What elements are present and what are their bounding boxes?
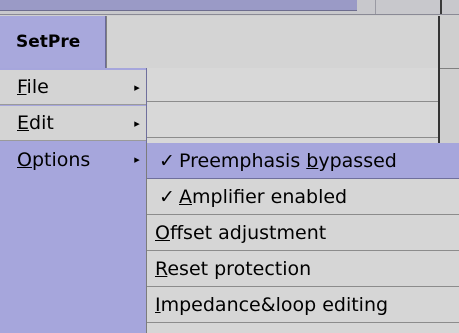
submenu-arrow-icon: ▸ xyxy=(134,116,140,130)
menu-item-label: Reset protection xyxy=(155,257,312,280)
checkmark-icon: ✓ xyxy=(159,185,175,208)
setpre-label: SetPre xyxy=(16,32,81,52)
menu-item-reset-protection[interactable]: Reset protection xyxy=(147,251,459,287)
menu-item-amplifier-enabled[interactable]: ✓ Amplifier enabled xyxy=(147,179,459,215)
menu-item-edit[interactable]: Edit ▸ xyxy=(0,106,146,141)
menu-item-offset-adjustment[interactable]: Offset adjustment xyxy=(147,215,459,251)
window-top-strip xyxy=(0,0,459,15)
edit-label-rest: dit xyxy=(29,112,54,134)
title-divider xyxy=(375,0,376,14)
window-edge xyxy=(438,68,440,148)
menu-item-label: Preemphasis bypassed xyxy=(179,149,397,172)
menu-item-file[interactable]: File ▸ xyxy=(0,70,146,105)
edit-mnemonic: E xyxy=(17,112,30,134)
menu-item-label: Offset adjustment xyxy=(155,221,327,244)
submenu-arrow-icon: ▸ xyxy=(134,80,140,94)
setpre-menu-button[interactable]: SetPre xyxy=(0,16,106,68)
menu-item-preemphasis-bypassed[interactable]: ✓ Preemphasis bypassed xyxy=(147,143,459,179)
options-submenu: ✓ Preemphasis bypassed ✓ Amplifier enabl… xyxy=(146,143,459,333)
checkmark-icon: ✓ xyxy=(159,149,175,172)
menu-item-options[interactable]: Options ▸ xyxy=(0,142,146,177)
divider xyxy=(146,101,438,102)
menu-item-impedance-loop-editing[interactable]: Impedance&loop editing xyxy=(147,287,459,323)
options-label-rest: ptions xyxy=(31,148,91,171)
file-mnemonic: F xyxy=(17,76,27,98)
options-mnemonic: O xyxy=(17,148,32,171)
menu-item-label: Amplifier enabled xyxy=(179,185,348,208)
submenu-arrow-icon: ▸ xyxy=(134,153,140,166)
main-dropdown-menu: File ▸ Edit ▸ Options ▸ xyxy=(0,68,147,333)
divider xyxy=(146,137,438,138)
window-edge xyxy=(440,0,442,14)
file-label-rest: ile xyxy=(26,76,49,98)
menu-bar-blank-area xyxy=(106,16,438,68)
menu-item-label: Impedance&loop editing xyxy=(155,293,389,316)
background-panel xyxy=(146,68,440,148)
background-area xyxy=(440,16,459,68)
title-strip xyxy=(0,0,357,11)
menu-bar: SetPre xyxy=(0,16,459,69)
